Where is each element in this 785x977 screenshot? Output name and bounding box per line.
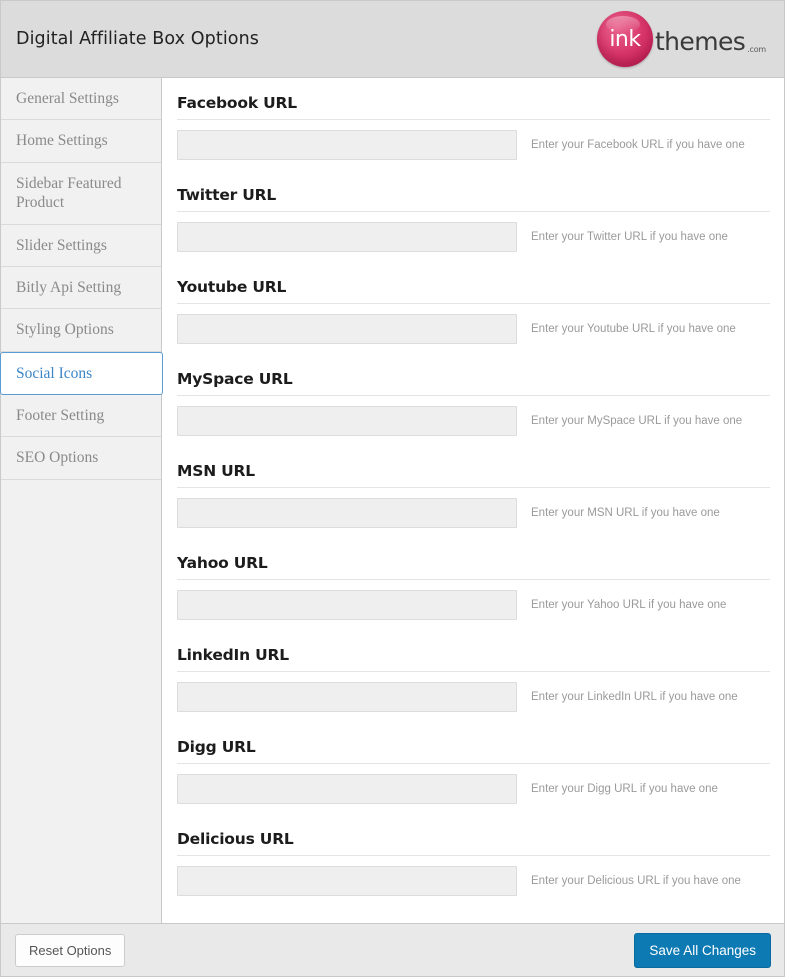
- sidebar-item-slider-settings[interactable]: Slider Settings: [1, 225, 161, 267]
- sidebar-item-footer-setting[interactable]: Footer Setting: [1, 395, 161, 438]
- field-label: MSN URL: [177, 462, 255, 480]
- field-description: Enter your Yahoo URL if you have one: [531, 599, 727, 611]
- delicious-url-input[interactable]: [177, 866, 517, 896]
- options-page: Digital Affiliate Box Options ink themes…: [0, 0, 785, 977]
- field-label: Facebook URL: [177, 94, 297, 112]
- field-row: Enter your Youtube URL if you have one: [177, 314, 770, 368]
- field-label: LinkedIn URL: [177, 646, 289, 664]
- field-label: Delicious URL: [177, 830, 294, 848]
- field-row: Enter your Delicious URL if you have one: [177, 866, 770, 920]
- field-youtube-url: Youtube URL Enter your Youtube URL if yo…: [177, 278, 770, 370]
- sidebar-nav: General Settings Home Settings Sidebar F…: [0, 78, 163, 923]
- field-digg-url: Digg URL Enter your Digg URL if you have…: [177, 738, 770, 830]
- field-description: Enter your Twitter URL if you have one: [531, 231, 728, 243]
- yahoo-url-input[interactable]: [177, 590, 517, 620]
- field-description: Enter your Digg URL if you have one: [531, 783, 718, 795]
- field-label: Digg URL: [177, 738, 256, 756]
- field-label: Twitter URL: [177, 186, 277, 204]
- sidebar-item-sidebar-featured-product[interactable]: Sidebar Featured Product: [1, 163, 161, 225]
- logo-ink-text: ink: [609, 27, 641, 52]
- sidebar-item-general-settings[interactable]: General Settings: [1, 78, 161, 121]
- youtube-url-input[interactable]: [177, 314, 517, 344]
- reset-options-button[interactable]: Reset Options: [15, 933, 126, 967]
- field-facebook-url: Facebook URL Enter your Facebook URL if …: [177, 94, 770, 186]
- msn-url-input[interactable]: [177, 498, 517, 528]
- page-footer: Reset Options Save All Changes: [1, 924, 784, 976]
- field-divider: [177, 395, 770, 396]
- logo-themes-text: themes: [654, 26, 746, 56]
- myspace-url-input[interactable]: [177, 406, 517, 436]
- inkthemes-logo: ink themes .com: [596, 11, 770, 67]
- field-divider: [177, 487, 770, 488]
- sidebar-item-social-icons[interactable]: Social Icons: [0, 351, 163, 395]
- field-row: Enter your MySpace URL if you have one: [177, 406, 770, 460]
- digg-url-input[interactable]: [177, 774, 517, 804]
- save-all-changes-button[interactable]: Save All Changes: [634, 932, 771, 968]
- field-divider: [177, 579, 770, 580]
- sidebar-item-styling-options[interactable]: Styling Options: [1, 309, 161, 352]
- field-myspace-url: MySpace URL Enter your MySpace URL if yo…: [177, 370, 770, 462]
- page-body: General Settings Home Settings Sidebar F…: [0, 78, 784, 924]
- field-divider: [177, 211, 770, 212]
- sidebar-item-home-settings[interactable]: Home Settings: [1, 120, 161, 163]
- field-description: Enter your MSN URL if you have one: [531, 507, 720, 519]
- logo-circle-icon: ink: [596, 11, 653, 67]
- field-row: Enter your Digg URL if you have one: [177, 774, 770, 828]
- field-label: MySpace URL: [177, 370, 293, 388]
- field-delicious-url: Delicious URL Enter your Delicious URL i…: [177, 830, 770, 922]
- linkedin-url-input[interactable]: [177, 682, 517, 712]
- field-yahoo-url: Yahoo URL Enter your Yahoo URL if you ha…: [177, 554, 770, 646]
- sidebar-item-bitly-api-setting[interactable]: Bitly Api Setting: [1, 267, 161, 310]
- field-divider: [177, 671, 770, 672]
- field-divider: [177, 119, 770, 120]
- settings-form: Facebook URL Enter your Facebook URL if …: [162, 78, 784, 923]
- field-description: Enter your Facebook URL if you have one: [531, 139, 745, 151]
- facebook-url-input[interactable]: [177, 130, 517, 160]
- field-description: Enter your Youtube URL if you have one: [531, 323, 736, 335]
- field-row: Enter your Yahoo URL if you have one: [177, 590, 770, 644]
- page-title: Digital Affiliate Box Options: [16, 29, 260, 49]
- field-msn-url: MSN URL Enter your MSN URL if you have o…: [177, 462, 770, 554]
- field-description: Enter your LinkedIn URL if you have one: [531, 691, 738, 703]
- field-description: Enter your Delicious URL if you have one: [531, 875, 741, 887]
- twitter-url-input[interactable]: [177, 222, 517, 252]
- logo-tld-text: .com: [747, 45, 766, 54]
- field-description: Enter your MySpace URL if you have one: [531, 415, 743, 427]
- field-row: Enter your MSN URL if you have one: [177, 498, 770, 552]
- field-divider: [177, 303, 770, 304]
- sidebar-item-seo-options[interactable]: SEO Options: [1, 437, 161, 480]
- field-label: Yahoo URL: [177, 554, 268, 572]
- field-linkedin-url: LinkedIn URL Enter your LinkedIn URL if …: [177, 646, 770, 738]
- page-header: Digital Affiliate Box Options ink themes…: [1, 1, 784, 78]
- field-divider: [177, 855, 770, 856]
- field-twitter-url: Twitter URL Enter your Twitter URL if yo…: [177, 186, 770, 278]
- field-divider: [177, 763, 770, 764]
- field-row: Enter your LinkedIn URL if you have one: [177, 682, 770, 736]
- field-label: Youtube URL: [177, 278, 287, 296]
- field-row: Enter your Facebook URL if you have one: [177, 130, 770, 184]
- field-row: Enter your Twitter URL if you have one: [177, 222, 770, 276]
